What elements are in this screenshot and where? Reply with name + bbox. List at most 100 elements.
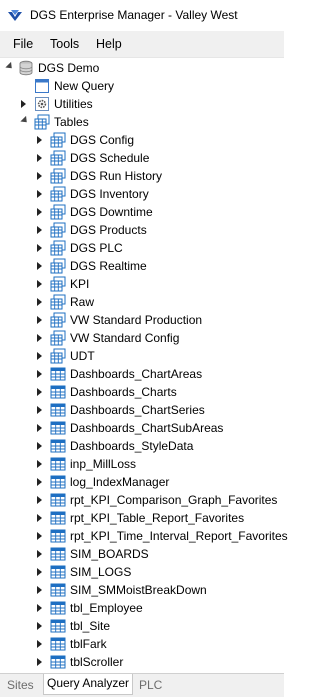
table-group-node[interactable]: Raw	[0, 293, 284, 311]
expand-arrow-icon[interactable]	[37, 244, 42, 252]
expand-arrow-icon[interactable]	[37, 208, 42, 216]
table-node[interactable]: Dashboards_ChartSubAreas	[0, 419, 284, 437]
table-group-node[interactable]: VW Standard Config	[0, 329, 284, 347]
tables-label: Tables	[54, 115, 89, 129]
tree-node-label: DGS PLC	[70, 241, 123, 255]
table-group-node[interactable]: DGS Schedule	[0, 149, 284, 167]
expand-arrow-icon[interactable]	[37, 190, 42, 198]
table-icon	[50, 456, 66, 472]
tables-node[interactable]: Tables	[0, 113, 284, 131]
utilities-node[interactable]: Utilities	[0, 95, 284, 113]
table-node[interactable]: Dashboards_Charts	[0, 383, 284, 401]
expand-arrow-icon[interactable]	[37, 550, 42, 558]
tree-node-label: tblFark	[70, 637, 107, 651]
table-node[interactable]: Dashboards_ChartAreas	[0, 365, 284, 383]
table-node[interactable]: SIM_BOARDS	[0, 545, 284, 563]
table-node[interactable]: tbl_Site	[0, 617, 284, 635]
tree-node-label: DGS Run History	[70, 169, 163, 183]
menu-file[interactable]: File	[13, 37, 33, 51]
expand-arrow-icon[interactable]	[37, 406, 42, 414]
expand-arrow-icon[interactable]	[37, 262, 42, 270]
expand-arrow-icon[interactable]	[37, 496, 42, 504]
table-group-icon	[50, 132, 66, 148]
collapse-arrow-icon[interactable]	[5, 61, 15, 72]
table-node[interactable]: Dashboards_ChartSeries	[0, 401, 284, 419]
table-icon	[50, 420, 66, 436]
tab-query-analyzer[interactable]: Query Analyzer	[43, 674, 134, 695]
expand-arrow-icon[interactable]	[37, 370, 42, 378]
table-group-node[interactable]: DGS Realtime	[0, 257, 284, 275]
expand-arrow-icon[interactable]	[37, 388, 42, 396]
tree-node-label: UDT	[70, 349, 95, 363]
expand-arrow-icon[interactable]	[37, 604, 42, 612]
menu-tools[interactable]: Tools	[50, 37, 79, 51]
new-query-node[interactable]: New Query	[0, 77, 284, 95]
table-group-node[interactable]: DGS PLC	[0, 239, 284, 257]
utilities-label: Utilities	[54, 97, 93, 111]
expand-arrow-icon[interactable]	[21, 100, 26, 108]
table-group-node[interactable]: DGS Inventory	[0, 185, 284, 203]
expand-arrow-icon[interactable]	[37, 658, 42, 666]
table-node[interactable]: tbl_Employee	[0, 599, 284, 617]
expand-arrow-icon[interactable]	[37, 136, 42, 144]
expand-arrow-icon[interactable]	[37, 424, 42, 432]
expand-arrow-icon[interactable]	[37, 442, 42, 450]
table-group-icon	[50, 168, 66, 184]
app-logo-icon	[8, 10, 22, 21]
table-group-node[interactable]: DGS Run History	[0, 167, 284, 185]
table-node[interactable]: rpt_KPI_Table_Report_Favorites	[0, 509, 284, 527]
tree-node-label: Dashboards_ChartSeries	[70, 403, 205, 417]
expand-arrow-icon[interactable]	[37, 622, 42, 630]
table-node[interactable]: Dashboards_StyleData	[0, 437, 284, 455]
table-group-icon	[50, 204, 66, 220]
tree-node-label: VW Standard Production	[70, 313, 203, 327]
table-group-node[interactable]: DGS Downtime	[0, 203, 284, 221]
tab-sites[interactable]: Sites	[4, 676, 37, 694]
tree-root-node[interactable]: DGS Demo	[0, 59, 284, 77]
expand-arrow-icon[interactable]	[37, 226, 42, 234]
expand-arrow-icon[interactable]	[37, 280, 42, 288]
expand-arrow-icon[interactable]	[37, 532, 42, 540]
table-node[interactable]: SIM_LOGS	[0, 563, 284, 581]
table-group-node[interactable]: VW Standard Production	[0, 311, 284, 329]
tree-node-label: inp_MillLoss	[70, 457, 137, 471]
tree-node-label: Raw	[70, 295, 95, 309]
table-group-node[interactable]: KPI	[0, 275, 284, 293]
table-group-node[interactable]: UDT	[0, 347, 284, 365]
expand-arrow-icon[interactable]	[37, 154, 42, 162]
table-node[interactable]: inp_MillLoss	[0, 455, 284, 473]
expand-arrow-icon[interactable]	[37, 478, 42, 486]
table-node[interactable]: rpt_KPI_Comparison_Graph_Favorites	[0, 491, 284, 509]
expand-arrow-icon[interactable]	[37, 334, 42, 342]
expand-arrow-icon[interactable]	[37, 460, 42, 468]
utilities-gear-icon	[35, 97, 49, 111]
collapse-arrow-icon[interactable]	[20, 115, 30, 126]
new-query-label: New Query	[54, 79, 115, 93]
table-group-icon	[50, 150, 66, 166]
table-group-icon	[50, 348, 66, 364]
expand-arrow-icon[interactable]	[37, 172, 42, 180]
table-group-icon	[50, 294, 66, 310]
tree-view[interactable]: DGS Demo New Query Utilities Tables DGS …	[0, 57, 288, 674]
tab-plc[interactable]: PLC	[136, 676, 165, 694]
expand-arrow-icon[interactable]	[37, 586, 42, 594]
expand-arrow-icon[interactable]	[37, 352, 42, 360]
expand-arrow-icon[interactable]	[37, 568, 42, 576]
expand-arrow-icon[interactable]	[37, 298, 42, 306]
expand-arrow-icon[interactable]	[37, 316, 42, 324]
table-node[interactable]: rpt_KPI_Time_Interval_Report_Favorites	[0, 527, 288, 545]
tree-node-label: SIM_SMMoistBreakDown	[70, 583, 207, 597]
table-group-icon	[50, 312, 66, 328]
table-group-node[interactable]: DGS Products	[0, 221, 284, 239]
table-node[interactable]: tblFark	[0, 635, 284, 653]
expand-arrow-icon[interactable]	[37, 640, 42, 648]
table-group-node[interactable]: DGS Config	[0, 131, 284, 149]
table-node[interactable]: SIM_SMMoistBreakDown	[0, 581, 284, 599]
table-node[interactable]: log_IndexManager	[0, 473, 284, 491]
tree-node-label: tbl_Employee	[70, 601, 143, 615]
table-node[interactable]: tblScroller	[0, 653, 284, 671]
expand-arrow-icon[interactable]	[37, 514, 42, 522]
tree-node-label: DGS Downtime	[70, 205, 153, 219]
tree-node-label: Dashboards_ChartSubAreas	[70, 421, 224, 435]
menu-help[interactable]: Help	[96, 37, 122, 51]
